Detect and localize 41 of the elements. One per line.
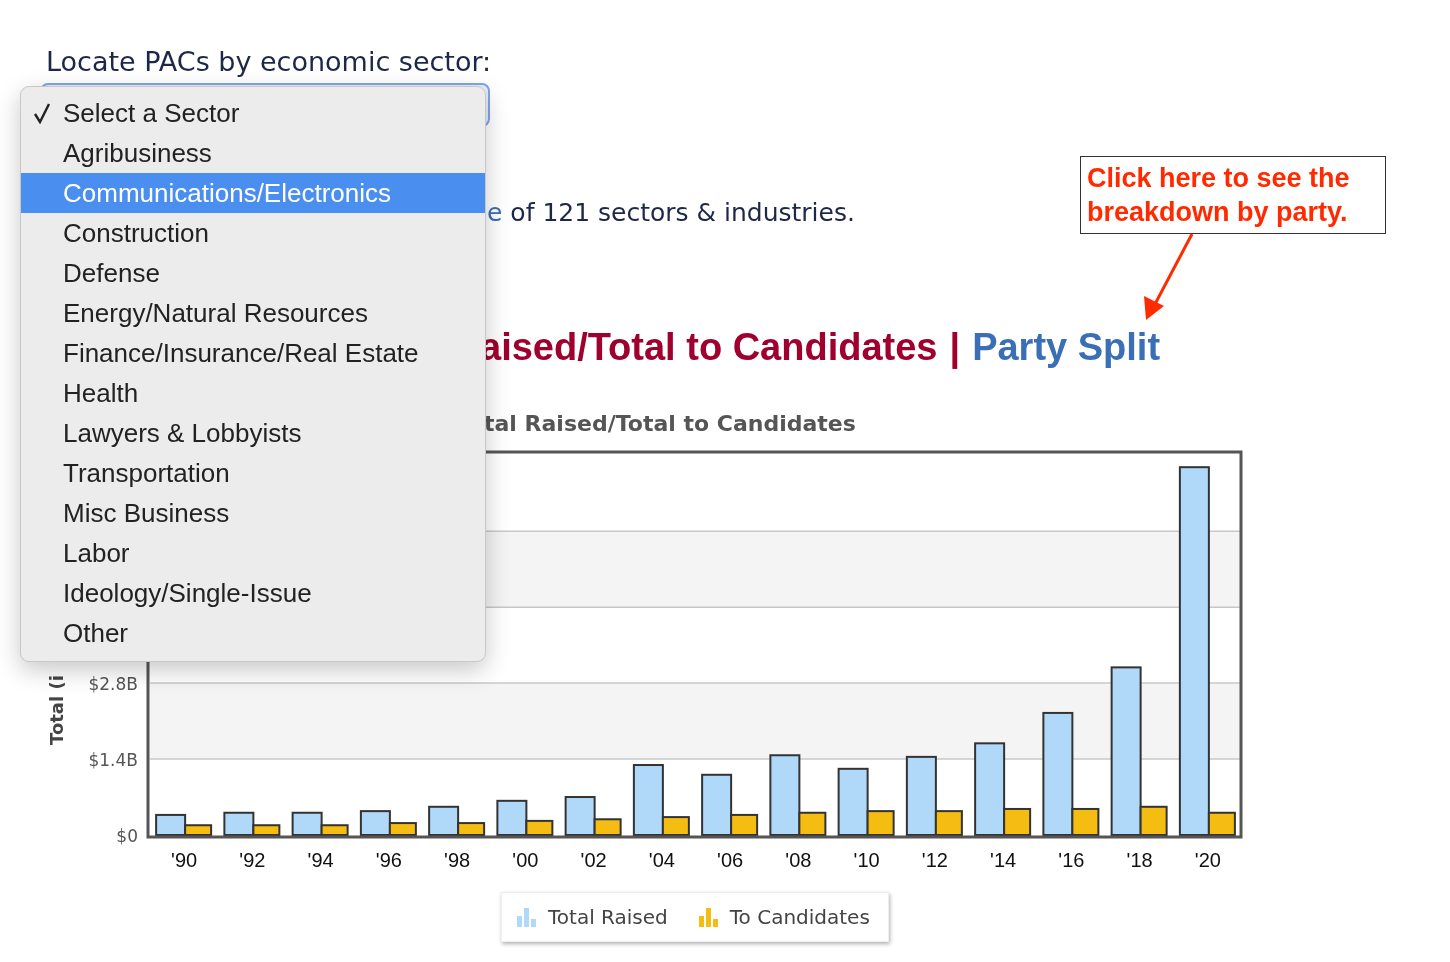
menu-option[interactable]: Defense [21,253,485,293]
chart-title: tal Raised/Total to Candidates [484,411,856,436]
callout-note: Click here to see the breakdown by party. [1080,156,1386,234]
check-icon [33,102,51,124]
browse-note: e of 121 sectors & industries. [487,198,855,227]
x-tick-label: '98 [444,849,471,871]
legend-item[interactable]: Total Raised [516,905,668,929]
x-tick-label: '90 [171,849,198,871]
menu-option[interactable]: Labor [21,533,485,573]
menu-option[interactable]: Lawyers & Lobbyists [21,413,485,453]
menu-option[interactable]: Select a Sector [21,93,485,133]
sector-prompt: Locate PACs by economic sector: [45,45,493,79]
x-tick-label: '04 [648,849,675,871]
y-tick-label: $2.8B [88,674,138,695]
x-tick-label: '92 [239,849,266,871]
x-tick-label: '06 [717,849,744,871]
party-split-link[interactable]: Party Split [972,323,1161,371]
x-tick-label: '02 [580,849,607,871]
menu-option[interactable]: Health [21,373,485,413]
x-tick-label: '94 [307,849,334,871]
menu-option[interactable]: Ideology/Single-Issue [21,573,485,613]
legend-item[interactable]: To Candidates [697,905,870,929]
x-tick-label: '96 [375,849,402,871]
x-tick-label: '08 [785,849,812,871]
menu-option[interactable]: Misc Business [21,493,485,533]
heading-separator: | [949,325,961,371]
x-tick-label: '10 [853,849,880,871]
x-tick-label: '14 [990,849,1017,871]
x-tick-label: '16 [1058,849,1085,871]
menu-option[interactable]: Other [21,613,485,653]
x-tick-label: '12 [921,849,948,871]
sectors-link[interactable]: e [487,198,503,227]
menu-option[interactable]: Agribusiness [21,133,485,173]
menu-option[interactable]: Construction [21,213,485,253]
y-axis-label: Total (i [46,675,67,745]
menu-option[interactable]: Transportation [21,453,485,493]
x-tick-label: '20 [1194,849,1221,871]
y-tick-label: $1.4B [88,750,138,771]
x-tick-label: '00 [512,849,539,871]
x-tick-label: '18 [1126,849,1153,871]
y-tick-label: $0 [116,826,138,846]
